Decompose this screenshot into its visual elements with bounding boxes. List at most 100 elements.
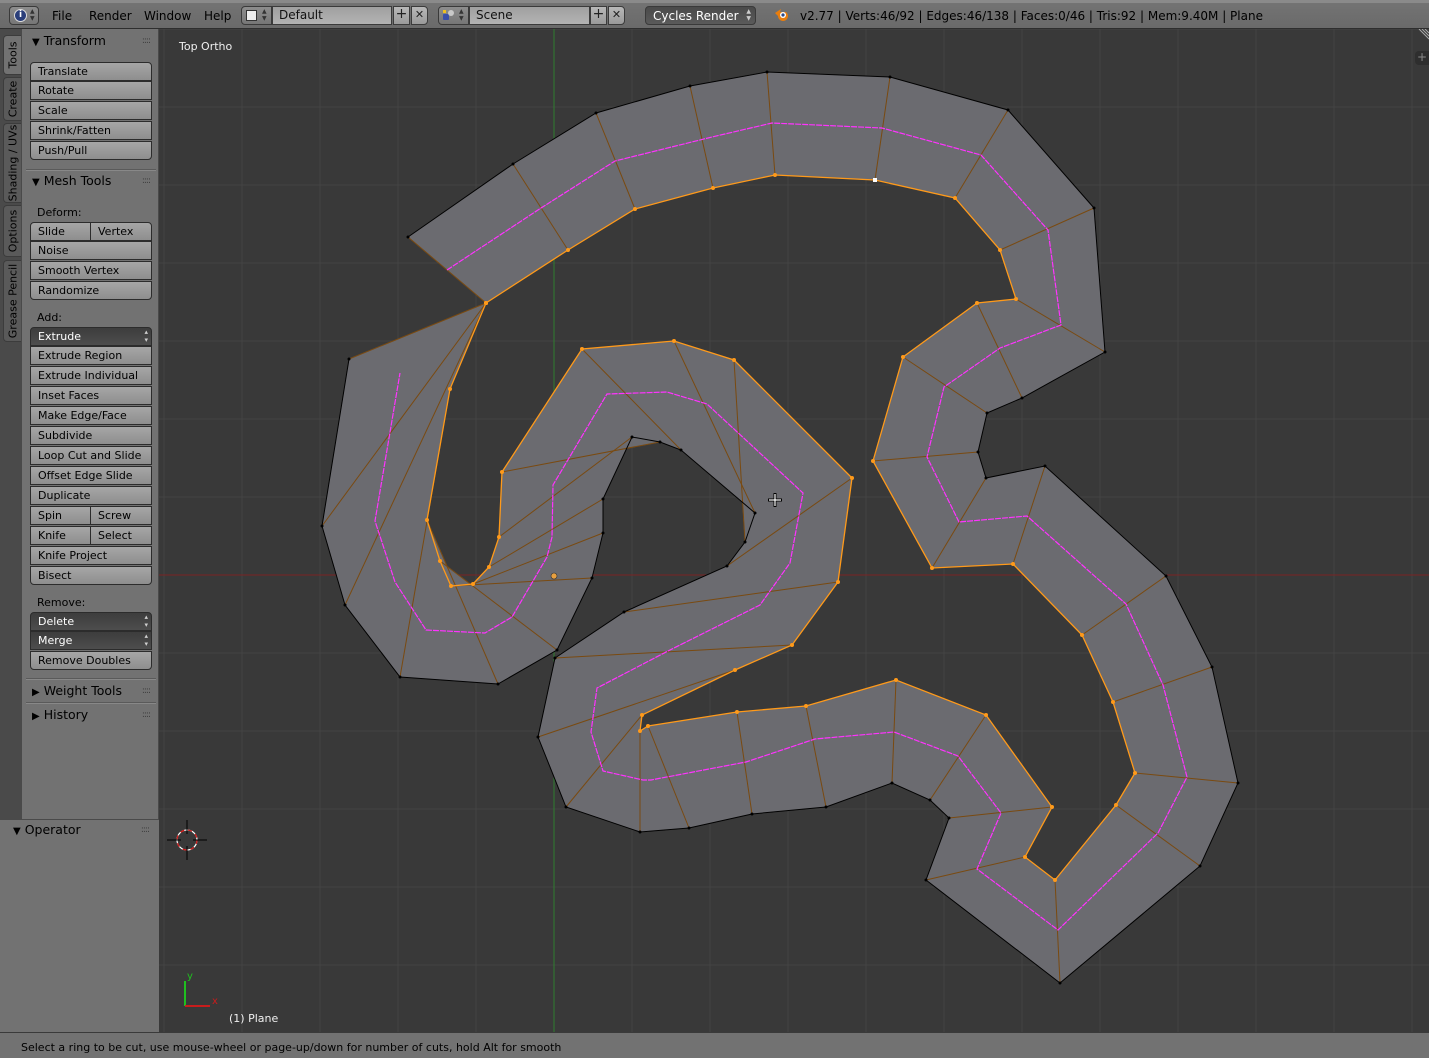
- selected-vertex[interactable]: [1014, 297, 1018, 301]
- rotate-button[interactable]: Rotate: [30, 81, 152, 100]
- selected-vertex[interactable]: [448, 387, 452, 391]
- mesh-vertex[interactable]: [765, 70, 769, 74]
- mesh-vertex[interactable]: [406, 235, 410, 239]
- drag-grip-icon[interactable]: ::::: [142, 686, 151, 696]
- selected-vertex[interactable]: [640, 713, 644, 717]
- mesh-vertex[interactable]: [1236, 781, 1240, 785]
- area-split-handle[interactable]: [1418, 29, 1429, 40]
- subdivide-button[interactable]: Subdivide: [30, 426, 152, 445]
- mesh-vertex[interactable]: [947, 816, 951, 820]
- selected-vertex[interactable]: [836, 580, 840, 584]
- selected-vertex[interactable]: [425, 518, 429, 522]
- mesh-vertex[interactable]: [976, 450, 980, 454]
- selected-vertex[interactable]: [449, 584, 453, 588]
- slide-edge-button[interactable]: Slide Edge: [30, 222, 91, 255]
- mesh-vertex[interactable]: [630, 435, 634, 439]
- scene-field[interactable]: Scene: [469, 6, 590, 25]
- mesh-vertex[interactable]: [1020, 396, 1024, 400]
- mesh-vertex[interactable]: [601, 497, 605, 501]
- mesh-vertex[interactable]: [638, 830, 642, 834]
- mesh-vertex[interactable]: [1043, 464, 1047, 468]
- mesh-vertex[interactable]: [725, 564, 729, 568]
- translate-button[interactable]: Translate: [30, 62, 152, 81]
- slide-vertex-button[interactable]: Vertex: [90, 222, 152, 241]
- selected-vertex[interactable]: [733, 668, 737, 672]
- mesh-vertex[interactable]: [687, 826, 691, 830]
- selected-vertex[interactable]: [1011, 562, 1015, 566]
- selected-vertex[interactable]: [1111, 700, 1115, 704]
- render-engine-dropdown[interactable]: Cycles Render ▲ ▼: [645, 6, 756, 25]
- mesh-vertex[interactable]: [536, 735, 540, 739]
- selected-vertex[interactable]: [930, 566, 934, 570]
- noise-button[interactable]: Noise: [30, 241, 152, 260]
- inset-faces-button[interactable]: Inset Faces: [30, 386, 152, 405]
- drag-grip-icon[interactable]: ::::: [141, 825, 150, 835]
- extrude-region-button[interactable]: Extrude Region: [30, 346, 152, 365]
- mesh-vertex[interactable]: [928, 798, 932, 802]
- mesh-vertex[interactable]: [398, 675, 402, 679]
- mesh-vertex[interactable]: [590, 576, 594, 580]
- spin-button[interactable]: Spin: [30, 506, 91, 525]
- mesh-vertex[interactable]: [679, 448, 683, 452]
- selected-vertex[interactable]: [471, 582, 475, 586]
- mesh-vertex[interactable]: [594, 111, 598, 115]
- mesh-vertex[interactable]: [1164, 574, 1168, 578]
- remove-screen-button[interactable]: ✕: [411, 6, 428, 25]
- transform-panel-header[interactable]: ▼ Transform: [32, 33, 106, 48]
- mesh-vertex[interactable]: [985, 411, 989, 415]
- mesh-vertex[interactable]: [347, 357, 351, 361]
- knife-button[interactable]: Knife: [30, 526, 91, 545]
- tab-grease-pencil[interactable]: Grease Pencil: [3, 260, 21, 342]
- mesh-vertex[interactable]: [924, 878, 928, 882]
- selected-vertex[interactable]: [497, 535, 501, 539]
- bisect-button[interactable]: Bisect: [30, 566, 152, 585]
- tab-options[interactable]: Options: [3, 205, 21, 257]
- selected-vertex[interactable]: [1133, 771, 1137, 775]
- mesh-vertex[interactable]: [320, 524, 324, 528]
- push-pull-button[interactable]: Push/Pull: [30, 141, 152, 160]
- selected-vertex[interactable]: [438, 559, 442, 563]
- selected-vertex[interactable]: [638, 729, 642, 733]
- randomize-button[interactable]: Randomize: [30, 281, 152, 300]
- mesh-vertex[interactable]: [1058, 981, 1062, 985]
- selected-vertex[interactable]: [975, 301, 979, 305]
- mesh-vertex[interactable]: [601, 531, 605, 535]
- mesh-vertex[interactable]: [888, 75, 892, 79]
- selected-vertex[interactable]: [484, 301, 488, 305]
- selected-vertex[interactable]: [1080, 633, 1084, 637]
- mesh-vertex[interactable]: [984, 476, 988, 480]
- selected-vertex[interactable]: [1114, 803, 1118, 807]
- remove-scene-button[interactable]: ✕: [608, 6, 625, 25]
- selected-vertex[interactable]: [487, 565, 491, 569]
- selected-vertex[interactable]: [580, 347, 584, 351]
- drag-grip-icon[interactable]: ::::: [142, 36, 151, 46]
- mesh-vertex[interactable]: [1198, 864, 1202, 868]
- mesh-vertex[interactable]: [824, 805, 828, 809]
- weight-tools-panel-header[interactable]: ▶ Weight Tools: [32, 683, 122, 698]
- mesh-vertex[interactable]: [343, 603, 347, 607]
- mesh-vertex[interactable]: [622, 610, 626, 614]
- mesh-vertex[interactable]: [555, 648, 559, 652]
- mesh-vertex[interactable]: [890, 781, 894, 785]
- mesh-vertex[interactable]: [496, 682, 500, 686]
- selected-vertex[interactable]: [732, 358, 736, 362]
- selected-vertex[interactable]: [901, 355, 905, 359]
- selected-vertex[interactable]: [773, 173, 777, 177]
- mesh-vertex[interactable]: [1103, 350, 1107, 354]
- add-screen-button[interactable]: +: [393, 6, 410, 25]
- mesh-vertex[interactable]: [753, 511, 757, 515]
- properties-region-toggle[interactable]: +: [1415, 51, 1429, 65]
- make-edge-face-button[interactable]: Make Edge/Face: [30, 406, 152, 425]
- mesh-face[interactable]: [925, 856, 1061, 984]
- selected-vertex[interactable]: [998, 248, 1002, 252]
- selected-vertex[interactable]: [711, 186, 715, 190]
- mesh-vertex[interactable]: [658, 440, 662, 444]
- selected-vertex[interactable]: [984, 713, 988, 717]
- selected-vertex[interactable]: [804, 704, 808, 708]
- mesh-vertex[interactable]: [511, 162, 515, 166]
- knife-project-button[interactable]: Knife Project: [30, 546, 152, 565]
- mesh-vertex[interactable]: [743, 540, 747, 544]
- selected-vertex[interactable]: [1023, 855, 1027, 859]
- tab-tools[interactable]: Tools: [3, 35, 21, 75]
- screen-layout-selector[interactable]: ▲ ▼: [241, 6, 272, 25]
